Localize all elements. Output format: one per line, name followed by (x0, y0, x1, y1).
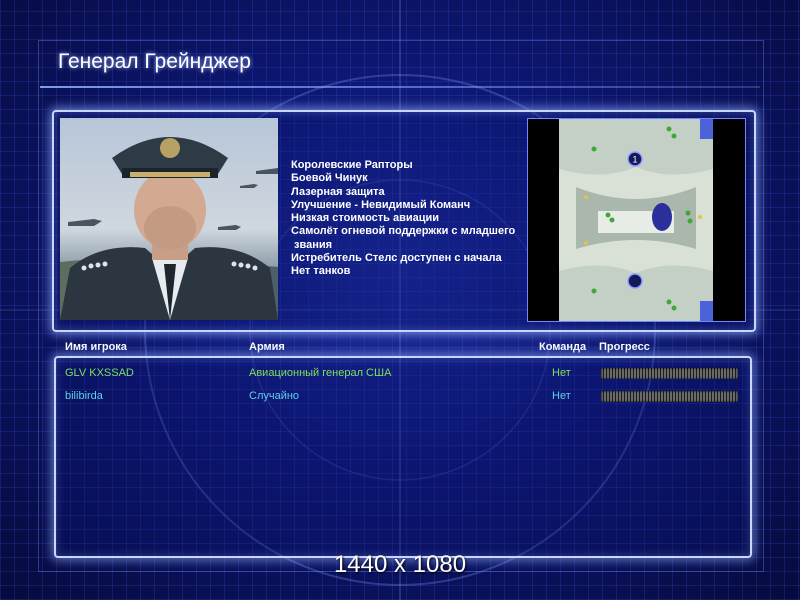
column-header-player-name: Имя игрока (65, 341, 127, 353)
player-army: Авиационный генерал США (249, 367, 392, 379)
resolution-caption: 1440 x 1080 (333, 551, 467, 578)
player-list-panel (54, 356, 752, 558)
player-progress-bar (601, 391, 738, 402)
player-progress-bar (601, 368, 738, 379)
feature-item: Нет танков (291, 265, 351, 278)
player-name: GLV KXSSAD (65, 367, 134, 379)
feature-item: Самолёт огневой поддержки с младшего (291, 225, 516, 238)
player-team: Нет (552, 367, 571, 379)
map-preview-terrain: 1 (559, 119, 713, 321)
feature-item: Истребитель Стелс доступен с начала (291, 252, 502, 265)
title-divider (40, 86, 760, 88)
feature-item: Низкая стоимость авиации (291, 212, 440, 225)
player-army: Случайно (249, 390, 300, 402)
general-portrait-illustration (60, 137, 278, 320)
start-position-1: 1 (632, 155, 637, 165)
player-team: Нет (552, 390, 571, 402)
general-portrait (60, 118, 278, 320)
player-row: GLV KXSSAD Авиационный генерал США Нет (0, 367, 800, 383)
feature-item: Королевские Рапторы (291, 159, 413, 171)
player-name: bilibirda (65, 390, 103, 402)
map-preview: 1 (527, 118, 746, 322)
general-title: Генерал Грейнджер (58, 50, 251, 73)
feature-item: Лазерная защита (291, 185, 385, 198)
column-header-team: Команда (539, 341, 587, 353)
general-features-list: Королевские Рапторы Боевой Чинук Лазерна… (291, 159, 515, 279)
feature-item: Боевой Чинук (291, 172, 368, 185)
player-row: bilibirda Случайно Нет (0, 390, 800, 406)
feature-item: Улучшение - Невидимый Команч (291, 198, 471, 211)
column-header-progress: Прогресс (599, 341, 650, 353)
start-position-2 (627, 273, 643, 289)
column-header-army: Армия (249, 341, 285, 353)
feature-item: звания (291, 238, 333, 251)
